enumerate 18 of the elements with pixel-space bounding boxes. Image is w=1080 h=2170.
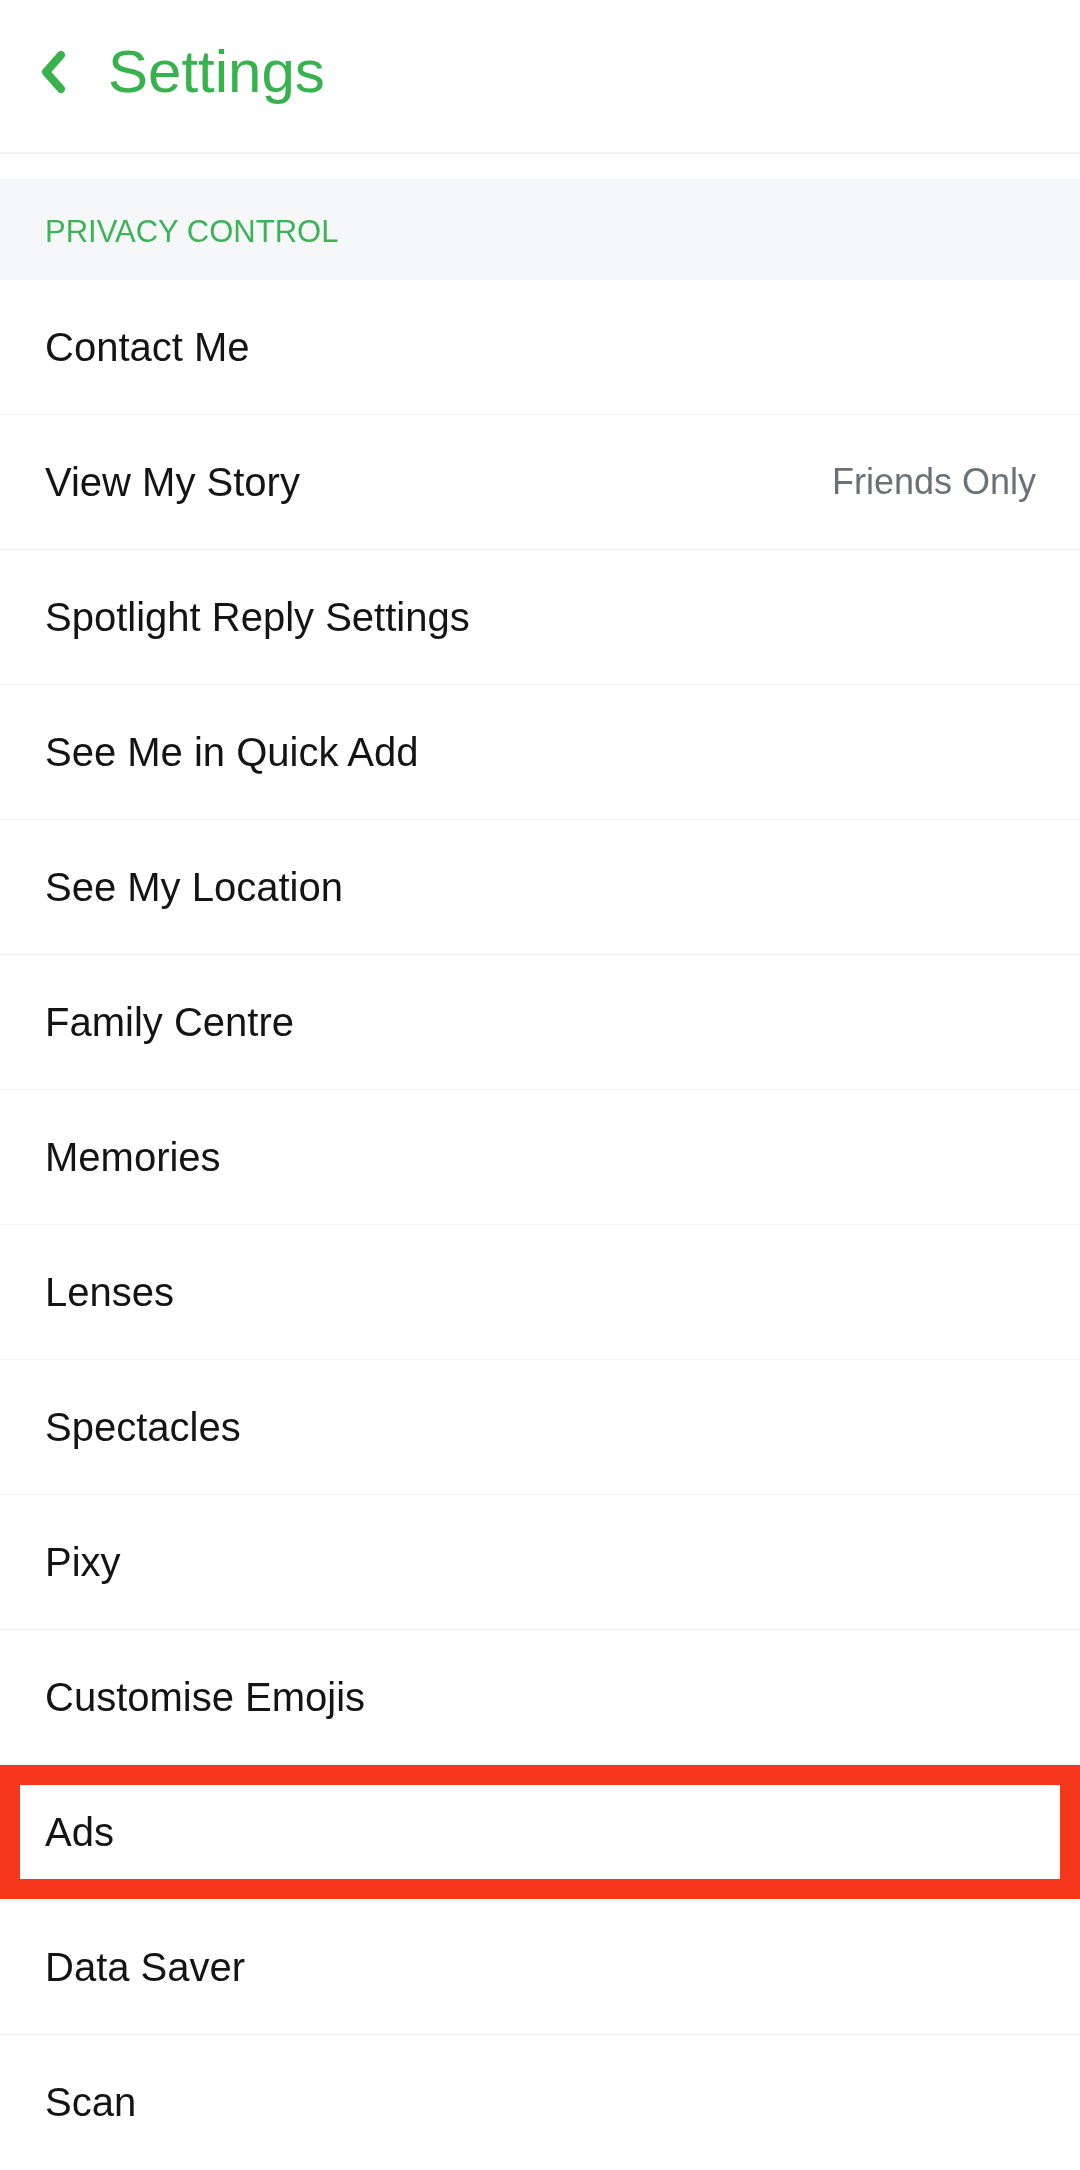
settings-row[interactable]: Memories <box>0 1090 1080 1225</box>
settings-row[interactable]: Family Centre <box>0 955 1080 1090</box>
settings-row[interactable]: Pixy <box>0 1495 1080 1630</box>
settings-row[interactable]: Spotlight Reply Settings <box>0 550 1080 685</box>
settings-row[interactable]: Data Saver <box>0 1900 1080 2035</box>
settings-row[interactable]: Lenses <box>0 1225 1080 1360</box>
settings-row[interactable]: See My Location <box>0 820 1080 955</box>
settings-row[interactable]: View My Story Friends Only <box>0 415 1080 550</box>
setting-value: Friends Only <box>831 461 1036 503</box>
settings-row[interactable]: Spectacles <box>0 1360 1080 1495</box>
settings-row[interactable]: Contact Me <box>0 280 1080 415</box>
page-title: Settings <box>108 37 325 107</box>
settings-row[interactable]: See Me in Quick Add <box>0 685 1080 820</box>
back-icon[interactable] <box>40 50 66 94</box>
settings-row[interactable]: Ads <box>0 1765 1080 1900</box>
settings-row[interactable]: Scan <box>0 2035 1080 2170</box>
settings-row[interactable]: Customise Emojis <box>0 1630 1080 1765</box>
section-header: PRIVACY CONTROL <box>0 179 1080 280</box>
